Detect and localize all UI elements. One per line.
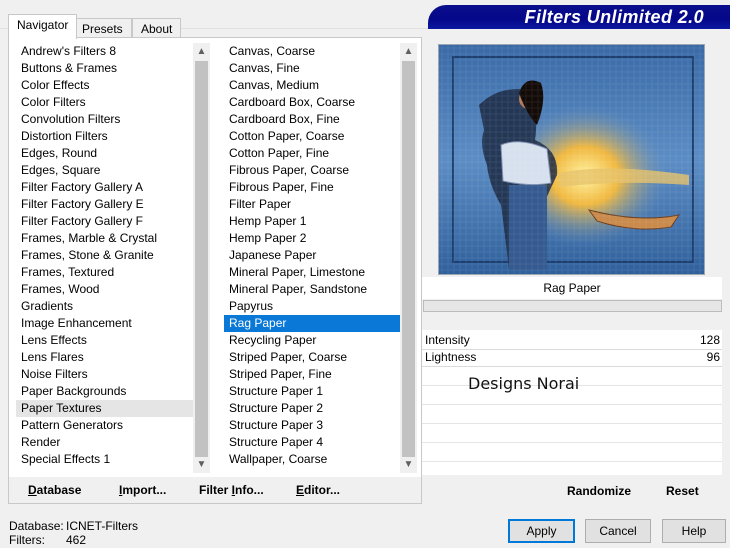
cancel-button[interactable]: Cancel: [585, 519, 651, 543]
list-item[interactable]: Japanese Paper: [224, 247, 400, 264]
list-item[interactable]: Mineral Paper, Limestone: [224, 264, 400, 281]
list-item[interactable]: Distortion Filters: [16, 128, 193, 145]
database-button[interactable]: Database: [28, 482, 81, 498]
list-item[interactable]: Special Effects 1: [16, 451, 193, 468]
watermark-text: Designs Norai: [468, 374, 580, 393]
list-item[interactable]: Fibrous Paper, Coarse: [224, 162, 400, 179]
list-item[interactable]: Canvas, Coarse: [224, 43, 400, 60]
list-item[interactable]: Color Filters: [16, 94, 193, 111]
filters-label: Filters:: [9, 533, 45, 547]
list-item[interactable]: Hemp Paper 2: [224, 230, 400, 247]
list-item[interactable]: Lens Effects: [16, 332, 193, 349]
list-item[interactable]: Noise Filters: [16, 366, 193, 383]
list-item[interactable]: Frames, Textured: [16, 264, 193, 281]
empty-slider-slot: [422, 442, 722, 443]
lightness-value: 96: [706, 350, 720, 364]
category-scrollbar[interactable]: ▲ ▼: [193, 43, 210, 473]
reset-button[interactable]: Reset: [666, 484, 699, 498]
list-item[interactable]: Color Effects: [16, 77, 193, 94]
intensity-label: Intensity: [425, 333, 470, 347]
list-item[interactable]: Cotton Paper, Fine: [224, 145, 400, 162]
list-item[interactable]: Filter Factory Gallery A: [16, 179, 193, 196]
list-item[interactable]: Hemp Paper 1: [224, 213, 400, 230]
list-item[interactable]: Filter Factory Gallery F: [16, 213, 193, 230]
scroll-down-icon[interactable]: ▼: [193, 456, 210, 473]
list-item[interactable]: Frames, Marble & Crystal: [16, 230, 193, 247]
list-item[interactable]: Edges, Square: [16, 162, 193, 179]
list-item[interactable]: Mineral Paper, Sandstone: [224, 281, 400, 298]
category-scroll-thumb[interactable]: [195, 61, 208, 457]
list-item[interactable]: Filter Factory Gallery E: [16, 196, 193, 213]
preview-illustration: [439, 45, 704, 274]
list-item[interactable]: Frames, Stone & Granite: [16, 247, 193, 264]
list-item[interactable]: Lens Flares: [16, 349, 193, 366]
parameter-panel: Intensity 128 Lightness 96: [422, 330, 722, 475]
filter-count-info: Filters: 462: [9, 533, 86, 547]
list-item[interactable]: Filter Paper: [224, 196, 400, 213]
list-item[interactable]: Structure Paper 4: [224, 434, 400, 451]
tab-presets[interactable]: Presets: [73, 18, 132, 38]
category-list[interactable]: Andrew's Filters 8 Buttons & Frames Color …: [16, 43, 193, 473]
list-item[interactable]: Rag Paper: [224, 315, 400, 332]
tab-about[interactable]: About: [132, 18, 182, 38]
filters-value: 462: [66, 533, 87, 547]
list-item[interactable]: Structure Paper 1: [224, 383, 400, 400]
list-item[interactable]: Pattern Generators: [16, 417, 193, 434]
list-item[interactable]: Image Enhancement: [16, 315, 193, 332]
editor-button[interactable]: Editor...: [296, 482, 340, 498]
help-button[interactable]: Help: [662, 519, 726, 543]
list-item[interactable]: Recycling Paper: [224, 332, 400, 349]
randomize-button[interactable]: Randomize: [567, 484, 631, 498]
list-item[interactable]: Papyrus: [224, 298, 400, 315]
list-item[interactable]: Canvas, Medium: [224, 77, 400, 94]
list-item[interactable]: Andrew's Filters 8: [16, 43, 193, 60]
database-label: Database:: [9, 519, 64, 533]
list-item[interactable]: Fibrous Paper, Fine: [224, 179, 400, 196]
list-item[interactable]: Paper Textures: [16, 400, 193, 417]
import-button[interactable]: Import...: [119, 482, 166, 498]
scroll-up-icon[interactable]: ▲: [193, 43, 210, 60]
lightness-slider[interactable]: Lightness 96: [422, 349, 722, 366]
filter-preview-image: [438, 44, 705, 275]
database-value: ICNET-Filters: [66, 519, 138, 533]
list-item[interactable]: Striped Paper, Fine: [224, 366, 400, 383]
filter-list[interactable]: Canvas, Coarse Canvas, Fine Canvas, Medium…: [224, 43, 400, 473]
scroll-up-icon[interactable]: ▲: [400, 43, 417, 60]
filter-scrollbar[interactable]: ▲ ▼: [400, 43, 417, 473]
empty-slider-slot: [422, 461, 722, 462]
lightness-label: Lightness: [425, 350, 477, 364]
tab-strip: Navigator Presets About: [8, 14, 420, 39]
list-item[interactable]: Render: [16, 434, 193, 451]
list-item[interactable]: Wallpaper, Coarse: [224, 451, 400, 468]
intensity-slider[interactable]: Intensity 128: [422, 332, 722, 349]
filter-info-button[interactable]: Filter Info...: [199, 482, 264, 498]
tab-navigator[interactable]: Navigator: [8, 14, 78, 39]
render-progress-bar: [423, 300, 722, 312]
list-item[interactable]: Structure Paper 3: [224, 417, 400, 434]
list-item[interactable]: Cardboard Box, Fine: [224, 111, 400, 128]
list-item[interactable]: Buttons & Frames: [16, 60, 193, 77]
list-item[interactable]: Gradients: [16, 298, 193, 315]
scroll-down-icon[interactable]: ▼: [400, 456, 417, 473]
list-item[interactable]: Convolution Filters: [16, 111, 193, 128]
filter-scroll-thumb[interactable]: [402, 61, 415, 457]
empty-slider-slot: [422, 404, 722, 405]
list-item[interactable]: Structure Paper 2: [224, 400, 400, 417]
list-item[interactable]: Frames, Wood: [16, 281, 193, 298]
apply-button[interactable]: Apply: [508, 519, 575, 543]
list-item[interactable]: Striped Paper, Coarse: [224, 349, 400, 366]
intensity-value: 128: [699, 333, 720, 347]
database-info: Database: ICNET-Filters: [9, 519, 138, 533]
app-title-banner: Filters Unlimited 2.0: [428, 5, 730, 29]
list-item[interactable]: Cardboard Box, Coarse: [224, 94, 400, 111]
list-item[interactable]: Edges, Round: [16, 145, 193, 162]
lightness-track[interactable]: [422, 366, 722, 367]
selected-filter-name: Rag Paper: [422, 277, 722, 299]
list-item[interactable]: Canvas, Fine: [224, 60, 400, 77]
empty-slider-slot: [422, 423, 722, 424]
preset-toolbar: Randomize Reset: [422, 477, 722, 503]
list-item[interactable]: Paper Backgrounds: [16, 383, 193, 400]
navigator-toolbar: Database Import... Filter Info... Editor…: [9, 477, 421, 503]
list-item[interactable]: Cotton Paper, Coarse: [224, 128, 400, 145]
